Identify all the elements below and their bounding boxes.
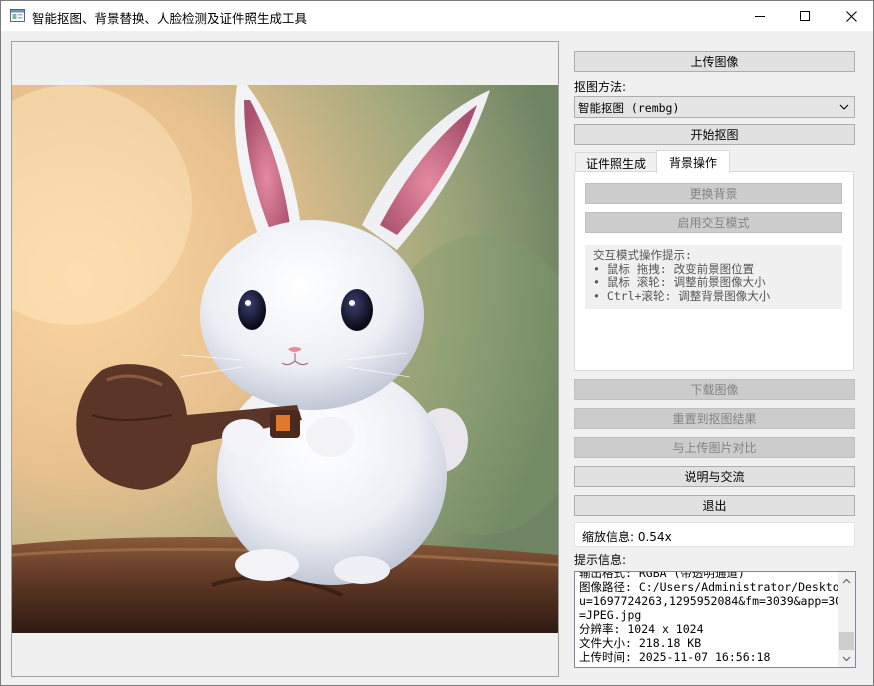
maximize-button[interactable]: [782, 1, 828, 31]
zoom-info: 缩放信息: 0.54x: [574, 522, 855, 547]
bunny-image: [12, 85, 558, 633]
log-line: 文件大小: 218.18 KB: [579, 636, 702, 650]
log-line: 上传时间: 2025-11-07 16:56:18: [579, 650, 771, 664]
scroll-down-button[interactable]: [838, 650, 855, 667]
method-select-value: 智能抠图 (rembg): [578, 101, 680, 115]
hint-line: • 鼠标 拖拽: 改变前景图位置: [593, 261, 755, 276]
minimize-icon: [755, 16, 765, 17]
close-button[interactable]: [828, 1, 874, 31]
minimize-button[interactable]: [737, 1, 783, 31]
interactive-hint: 交互模式操作提示: • 鼠标 拖拽: 改变前景图位置 • 鼠标 滚轮: 调整前景…: [585, 245, 842, 309]
log-line: 输出格式: RGBA (带透明通道): [579, 571, 745, 580]
log-line: =JPEG.jpg: [579, 608, 642, 622]
hint-title: 交互模式操作提示:: [593, 248, 692, 262]
tab-id-photo[interactable]: 证件照生成: [575, 152, 657, 173]
log-line: 图像路径: C:/Users/Administrator/Desktop/: [579, 580, 854, 594]
log-line: 分辨率: 1024 x 1024: [579, 622, 704, 636]
log-textarea[interactable]: 输出格式: RGBA (带透明通道) 图像路径: C:/Users/Admini…: [574, 571, 856, 668]
start-matting-button[interactable]: 开始抠图: [574, 124, 855, 145]
scrollbar-thumb[interactable]: [839, 632, 854, 650]
method-select[interactable]: 智能抠图 (rembg): [574, 96, 855, 118]
title-bar: 智能抠图、背景替换、人脸检测及证件照生成工具: [1, 1, 873, 31]
help-button[interactable]: 说明与交流: [574, 466, 855, 487]
download-button[interactable]: 下载图像: [574, 379, 855, 400]
log-scrollbar[interactable]: [838, 572, 855, 667]
hint-line: • 鼠标 滚轮: 调整前景图像大小: [593, 275, 766, 289]
interactive-mode-button[interactable]: 启用交互模式: [585, 212, 842, 233]
hint-line: • Ctrl+滚轮: 调整背景图像大小: [593, 288, 771, 303]
method-label: 抠图方法:: [574, 80, 627, 94]
replace-background-button[interactable]: 更换背景: [585, 183, 842, 204]
log-lines: 输出格式: RGBA (带透明通道) 图像路径: C:/Users/Admini…: [579, 571, 856, 664]
maximize-icon: [800, 11, 810, 21]
image-display-panel[interactable]: [11, 41, 559, 677]
compare-button[interactable]: 与上传图片对比: [574, 437, 855, 458]
exit-button[interactable]: 退出: [574, 495, 855, 516]
reset-button[interactable]: 重置到抠图结果: [574, 408, 855, 429]
upload-button[interactable]: 上传图像: [574, 51, 855, 72]
chevron-down-icon: [842, 656, 851, 661]
main-window: 智能抠图、背景替换、人脸检测及证件照生成工具 上传图像 抠图方法: 智能抠图 (…: [0, 0, 874, 686]
app-window-icon: [10, 9, 25, 22]
log-line: u=1697724263,1295952084&fm=3039&app=3039…: [579, 594, 856, 608]
close-icon: [845, 10, 857, 22]
chevron-down-icon: [839, 104, 849, 110]
tab-background[interactable]: 背景操作: [656, 150, 730, 173]
scroll-up-button[interactable]: [838, 572, 855, 589]
window-title: 智能抠图、背景替换、人脸检测及证件照生成工具: [32, 11, 308, 26]
log-label: 提示信息:: [574, 553, 627, 567]
chevron-up-icon: [842, 578, 851, 583]
